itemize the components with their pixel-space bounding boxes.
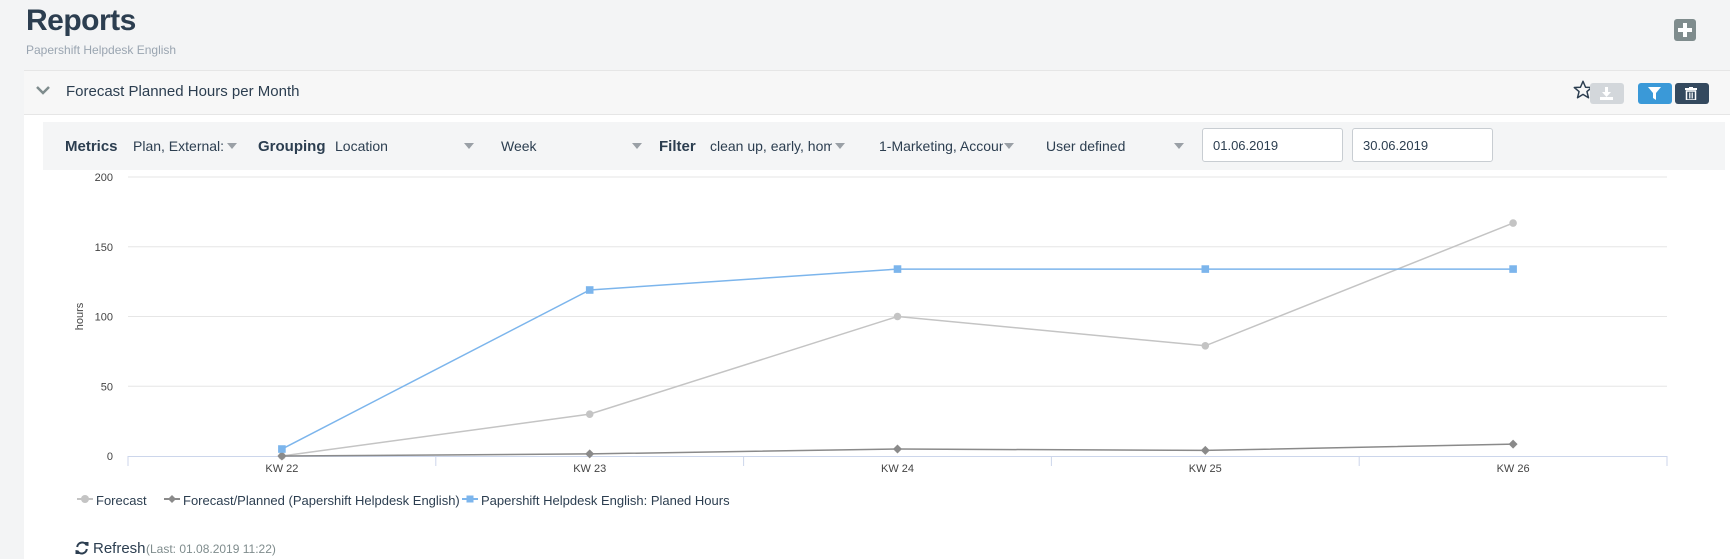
- refresh-timestamp: (Last: 01.08.2019 11:22): [146, 542, 276, 556]
- data-point: [585, 449, 595, 459]
- refresh-label: Refresh: [93, 540, 146, 557]
- data-point: [893, 444, 902, 454]
- y-tick-label: 100: [95, 312, 113, 324]
- data-point: [1201, 265, 1210, 273]
- x-tick-label: KW 25: [1189, 463, 1222, 475]
- y-tick-label: 0: [107, 451, 113, 463]
- refresh-icon: [75, 541, 89, 555]
- y-tick-label: 200: [95, 172, 113, 184]
- data-point: [893, 265, 902, 273]
- series-line: [281, 222, 1514, 457]
- y-tick-label: 50: [101, 381, 113, 393]
- x-tick-label: KW 26: [1497, 463, 1530, 475]
- x-tick-label: KW 24: [881, 463, 914, 475]
- data-point: [1508, 439, 1518, 449]
- data-point: [1509, 219, 1517, 227]
- line-chart: 0 50 100 150 200 hours KW 22 KW 23 KW 24 KW 25 KW …: [74, 172, 1668, 475]
- x-tick-label: KW 22: [265, 463, 298, 475]
- data-point: [1509, 265, 1517, 273]
- data-point: [278, 445, 286, 453]
- legend-marker-circle: [77, 495, 93, 503]
- legend-marker-diamond: [164, 495, 180, 503]
- data-point: [1201, 341, 1210, 350]
- data-point: [585, 410, 594, 418]
- y-axis-label: hours: [74, 302, 86, 330]
- data-point: [277, 451, 287, 461]
- legend-marker-square: [462, 495, 478, 503]
- legend-label: Forecast/Planned (Papershift Helpdesk En…: [183, 493, 460, 508]
- data-point: [1200, 445, 1210, 455]
- data-point: [893, 312, 902, 321]
- legend-label: Papershift Helpdesk English: Planed Hour…: [481, 493, 730, 508]
- data-point: [585, 286, 594, 294]
- legend-label: Forecast: [96, 493, 147, 508]
- y-tick-label: 150: [95, 242, 113, 254]
- x-tick-label: KW 23: [573, 463, 606, 475]
